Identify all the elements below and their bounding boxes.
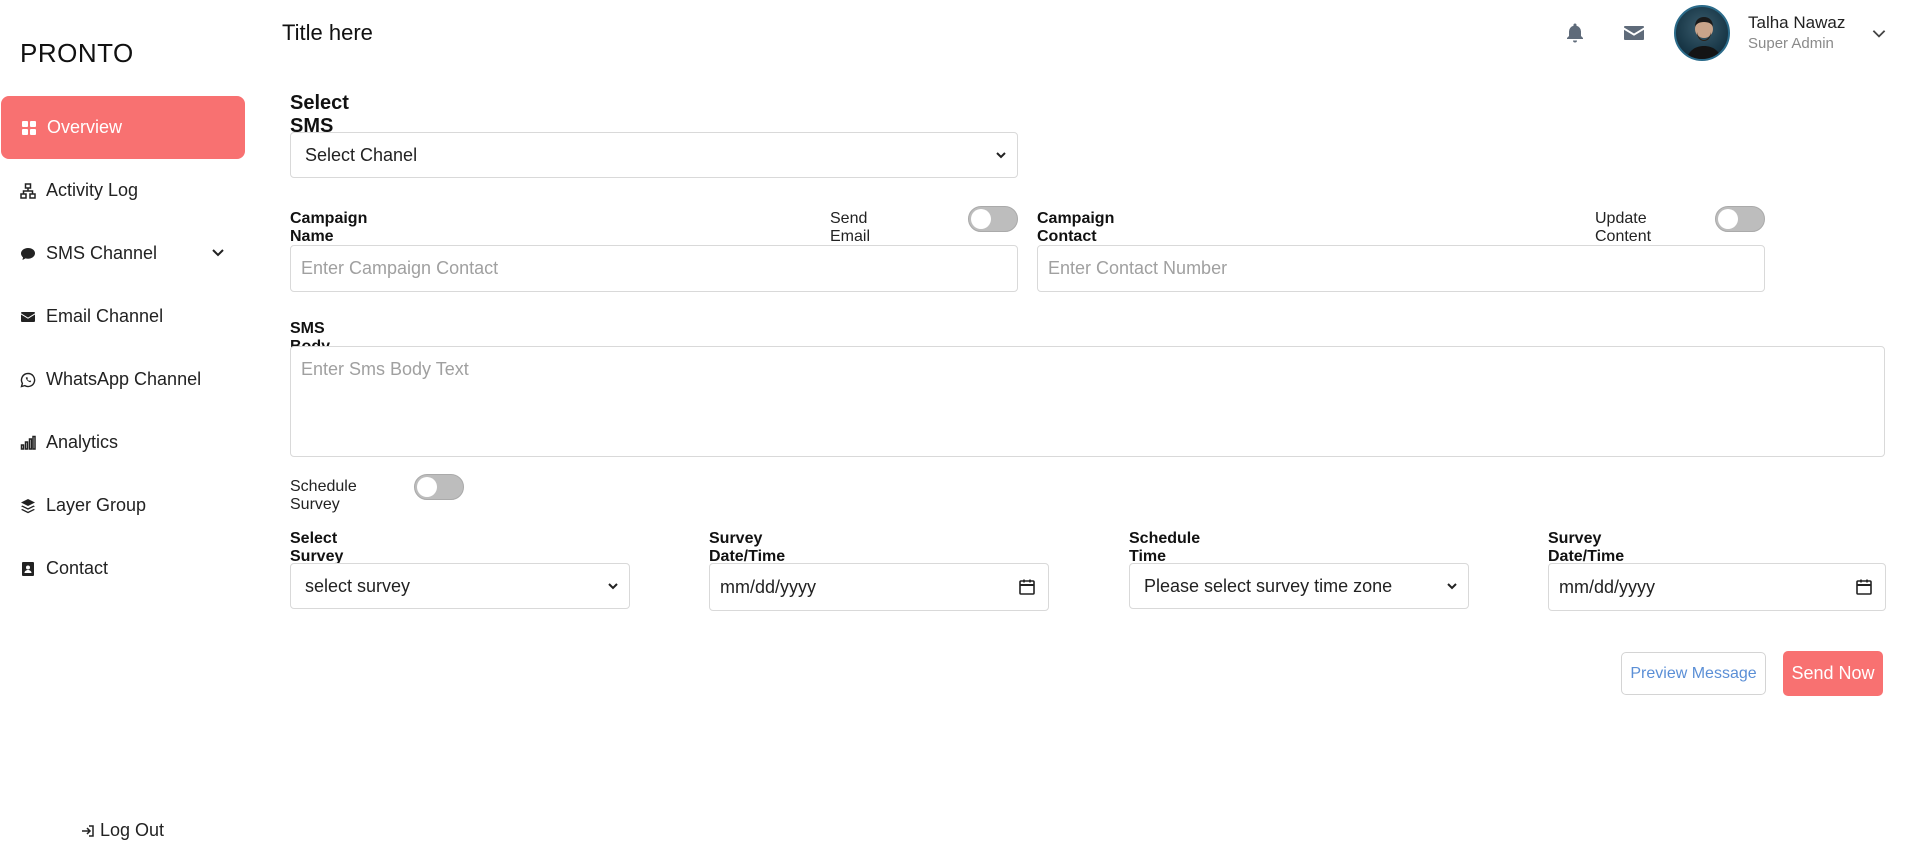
sidebar-item-label: Activity Log <box>46 180 139 200</box>
logout-button[interactable]: Log Out <box>80 820 164 841</box>
envelope-icon[interactable] <box>1622 21 1646 45</box>
sidebar-item-label: Layer Group <box>46 495 147 515</box>
survey-date-value: mm/dd/yyyy <box>1559 576 1656 597</box>
chat-bubble-icon <box>20 246 36 262</box>
update-content-label: Update Content <box>1595 210 1652 245</box>
chevron-down-icon <box>1447 583 1457 590</box>
grid-icon <box>21 120 37 136</box>
sidebar-item-layer-group[interactable]: Layer Group <box>0 474 246 537</box>
sidebar-item-contact[interactable]: Contact <box>0 537 246 600</box>
survey-date-input[interactable]: mm/dd/yyyy <box>709 563 1049 611</box>
chevron-down-icon[interactable] <box>1870 24 1888 42</box>
schedule-survey-toggle[interactable] <box>414 474 464 500</box>
survey-template-select[interactable]: select survey <box>290 563 630 609</box>
campaign-contact-input[interactable] <box>1037 245 1765 292</box>
campaign-name-label: Campaign Name <box>290 210 368 245</box>
bar-chart-icon <box>20 435 36 451</box>
time-zone-select[interactable]: Please select survey time zone <box>1129 563 1469 609</box>
schedule-survey-label: Schedule Survey <box>290 478 357 513</box>
survey-date-input[interactable]: mm/dd/yyyy <box>1548 563 1886 611</box>
chevron-down-icon <box>608 583 618 590</box>
campaign-name-input[interactable] <box>290 245 1018 292</box>
contact-card-icon <box>20 561 36 577</box>
send-now-button[interactable]: Send Now <box>1783 651 1883 696</box>
channel-select-value: Select Chanel <box>305 144 418 165</box>
sidebar-item-overview[interactable]: Overview <box>1 96 245 159</box>
sitemap-icon <box>20 182 36 199</box>
sidebar: PRONTO Overview Activity Log SMS Channel <box>0 0 250 858</box>
page-title: Title here <box>282 20 373 45</box>
sidebar-item-whatsapp-channel[interactable]: WhatsApp Channel <box>0 348 246 411</box>
user-role: Super Admin <box>1748 35 1834 52</box>
sidebar-item-sms-channel[interactable]: SMS Channel <box>0 222 246 285</box>
logout-label: Log Out <box>100 820 165 840</box>
campaign-contact-label: Campaign Contact <box>1037 210 1115 245</box>
sidebar-item-label: WhatsApp Channel <box>46 369 202 389</box>
send-email-sms-toggle[interactable] <box>968 206 1018 232</box>
chevron-down-icon <box>996 152 1006 159</box>
sidebar-item-label: SMS Channel <box>46 243 158 263</box>
sidebar-nav: Overview Activity Log SMS Channel Email … <box>0 96 246 600</box>
survey-template-value: select survey <box>305 575 411 596</box>
channel-select[interactable]: Select Chanel <box>290 132 1018 178</box>
sidebar-item-email-channel[interactable]: Email Channel <box>0 285 246 348</box>
brand-logo: PRONTO <box>20 38 134 68</box>
whatsapp-icon <box>20 372 36 388</box>
preview-message-button[interactable]: Preview Message <box>1621 652 1766 695</box>
avatar[interactable] <box>1674 5 1730 61</box>
survey-date-value: mm/dd/yyyy <box>720 576 817 597</box>
calendar-icon[interactable] <box>1855 578 1873 596</box>
survey-date-label: Survey Date/Time <box>1548 530 1625 565</box>
user-name: Talha Nawaz <box>1748 13 1846 32</box>
sidebar-item-label: Overview <box>47 117 123 137</box>
avatar-image <box>1686 17 1722 59</box>
calendar-icon[interactable] <box>1018 578 1036 596</box>
sidebar-item-activity-log[interactable]: Activity Log <box>0 159 246 222</box>
sidebar-item-label: Analytics <box>46 432 119 452</box>
update-content-toggle[interactable] <box>1715 206 1765 232</box>
bell-icon[interactable] <box>1563 21 1587 45</box>
survey-date-label: Survey Date/Time <box>709 530 786 565</box>
layers-icon <box>20 498 36 514</box>
sms-body-textarea[interactable] <box>290 346 1885 457</box>
sidebar-item-label: Contact <box>46 558 109 578</box>
sidebar-item-label: Email Channel <box>46 306 164 326</box>
logout-icon <box>82 824 94 837</box>
envelope-icon <box>20 309 36 325</box>
chevron-down-icon[interactable] <box>210 244 226 260</box>
top-bar: Title here Talha Nawaz Super Admin <box>250 0 1911 70</box>
time-zone-value: Please select survey time zone <box>1144 575 1393 596</box>
sidebar-item-analytics[interactable]: Analytics <box>0 411 246 474</box>
